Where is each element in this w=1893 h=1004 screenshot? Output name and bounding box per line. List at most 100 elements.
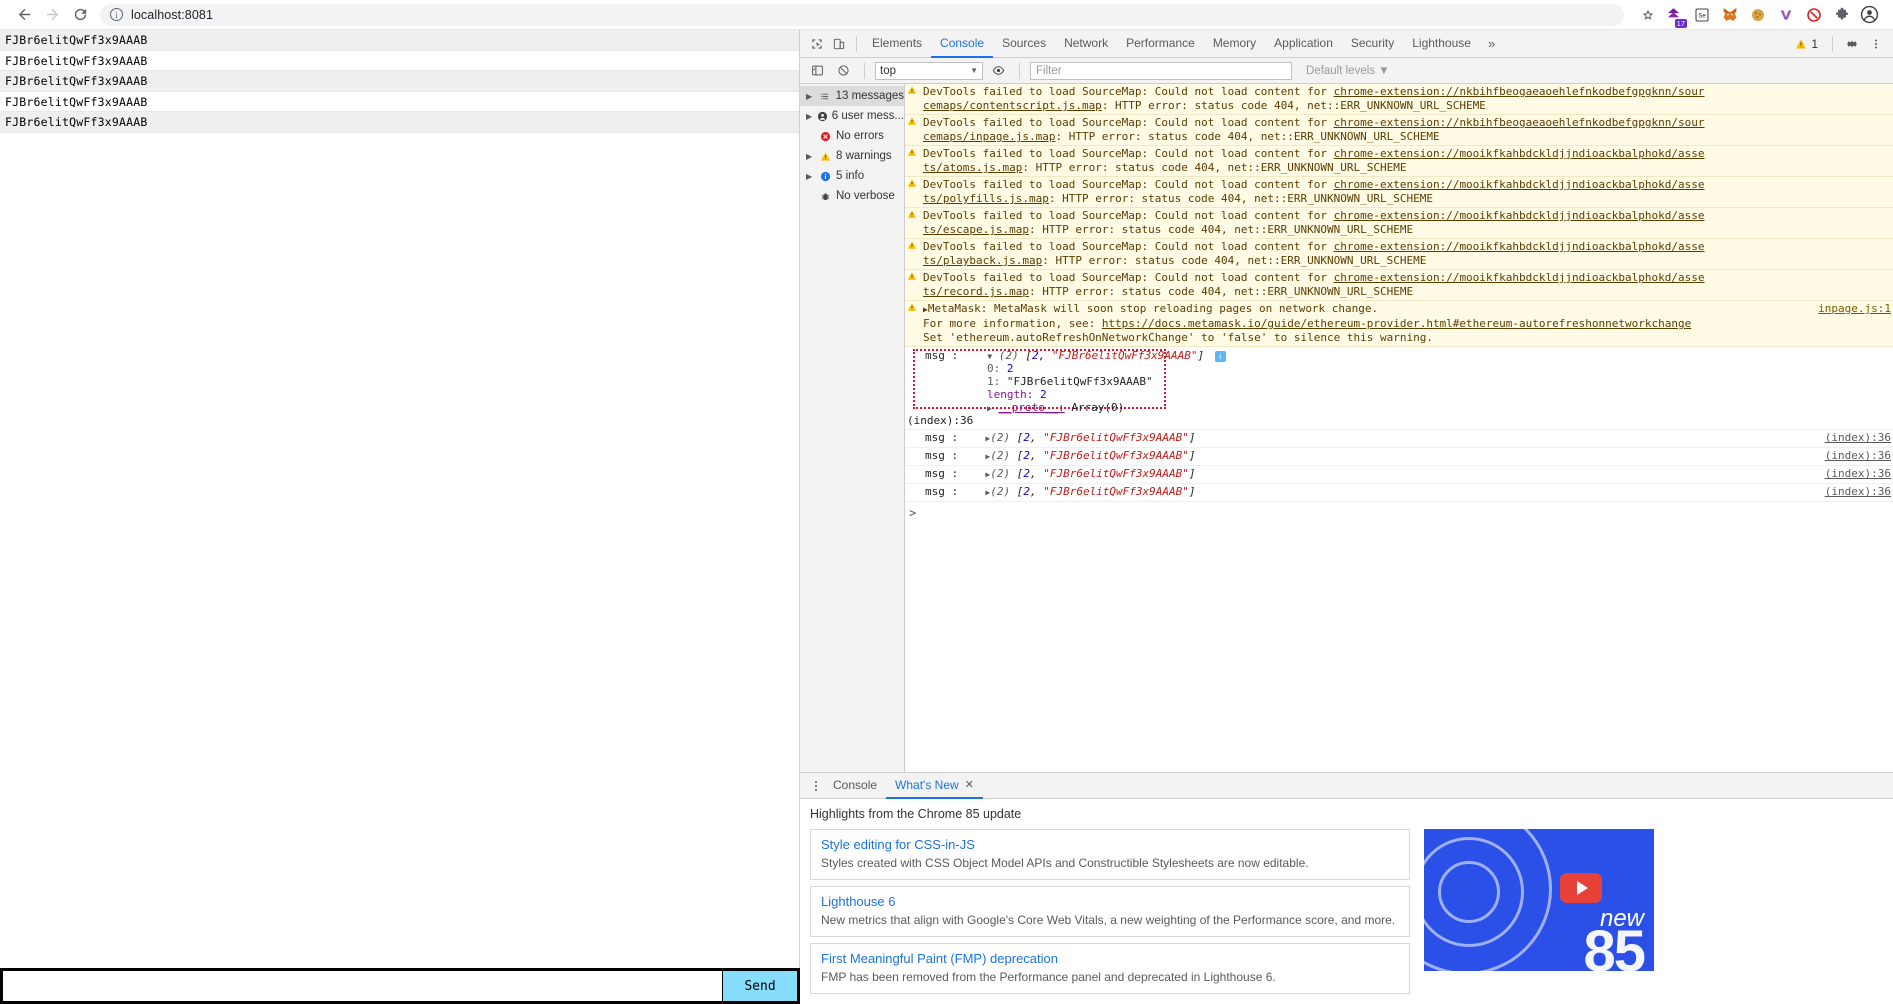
warning-link[interactable]: chrome-extension://mooikfkahbdckldjjndio… bbox=[1334, 178, 1705, 191]
sidebar-item-messages[interactable]: ▶ 13 messages bbox=[800, 86, 904, 106]
console-warning-row[interactable]: DevTools failed to load SourceMap: Could… bbox=[905, 177, 1893, 208]
inspect-element-icon[interactable] bbox=[806, 33, 828, 55]
drawer-tab-console[interactable]: Console bbox=[824, 773, 886, 799]
warning-link[interactable]: chrome-extension://nkbihfbeogaeaoehlefnk… bbox=[1334, 85, 1705, 98]
selenium-icon[interactable]: Se bbox=[1692, 5, 1711, 24]
warning-link-cont[interactable]: ts/record.js.map bbox=[923, 285, 1029, 298]
console-warning-row[interactable]: DevTools failed to load SourceMap: Could… bbox=[905, 115, 1893, 146]
sidebar-item-warnings[interactable]: ▶ 8 warnings bbox=[800, 146, 904, 166]
tab-performance[interactable]: Performance bbox=[1117, 30, 1204, 58]
tab-elements[interactable]: Elements bbox=[863, 30, 931, 58]
warning-count-badge[interactable]: 1 bbox=[1789, 37, 1824, 51]
console-warning-row[interactable]: DevTools failed to load SourceMap: Could… bbox=[905, 270, 1893, 301]
console-msg-row[interactable]: msg : ▶(2) [2, "FJBr6elitQwFf3x9AAAB"] (… bbox=[905, 430, 1893, 448]
console-warning-row[interactable]: DevTools failed to load SourceMap: Could… bbox=[905, 84, 1893, 115]
tab-memory[interactable]: Memory bbox=[1204, 30, 1265, 58]
purple-extension-icon[interactable]: 17 bbox=[1664, 5, 1687, 28]
console-source-link[interactable]: inpage.js:1 bbox=[1818, 302, 1891, 316]
vimium-icon[interactable] bbox=[1776, 5, 1795, 24]
expand-triangle-icon[interactable]: ▶ bbox=[987, 404, 992, 413]
address-bar[interactable]: i localhost:8081 bbox=[100, 3, 1624, 26]
cookie-editor-icon[interactable] bbox=[1748, 5, 1767, 24]
more-tabs-button[interactable]: » bbox=[1480, 36, 1503, 51]
warning-link-cont[interactable]: ts/escape.js.map bbox=[923, 223, 1029, 236]
warning-link-cont[interactable]: ts/polyfills.js.map bbox=[923, 192, 1049, 205]
reload-button[interactable] bbox=[66, 1, 94, 29]
sidebar-item-errors[interactable]: No errors bbox=[800, 126, 904, 146]
console-sidebar-icon[interactable] bbox=[806, 60, 828, 82]
gear-icon[interactable] bbox=[1841, 33, 1863, 55]
tab-lighthouse[interactable]: Lighthouse bbox=[1403, 30, 1480, 58]
console-source-link[interactable]: (index):36 bbox=[1825, 449, 1891, 463]
console-source-link[interactable]: (index):36 bbox=[907, 414, 1893, 427]
card-title[interactable]: First Meaningful Paint (FMP) deprecation bbox=[821, 951, 1399, 966]
send-button[interactable]: Send bbox=[722, 971, 800, 1004]
message-composer: Send bbox=[0, 968, 800, 1004]
warning-link[interactable]: chrome-extension://mooikfkahbdckldjjndio… bbox=[1334, 240, 1705, 253]
warning-link-cont[interactable]: ts/playback.js.map bbox=[923, 254, 1042, 267]
warning-link-cont[interactable]: ts/atoms.js.map bbox=[923, 161, 1022, 174]
prop-key: 0: bbox=[987, 362, 1001, 375]
console-source-link[interactable]: (index):36 bbox=[1825, 485, 1891, 499]
console-msg-row[interactable]: msg : ▶(2) [2, "FJBr6elitQwFf3x9AAAB"] (… bbox=[905, 484, 1893, 502]
close-icon[interactable]: ✕ bbox=[965, 778, 974, 791]
collapse-triangle-icon[interactable]: ▼ bbox=[987, 352, 992, 361]
expand-triangle-icon[interactable]: ▶ bbox=[806, 152, 814, 161]
drawer-more-options-icon[interactable] bbox=[808, 780, 824, 791]
console-source-link[interactable]: (index):36 bbox=[1825, 431, 1891, 445]
device-toolbar-icon[interactable] bbox=[828, 33, 850, 55]
expand-triangle-icon[interactable]: ▶ bbox=[806, 172, 814, 181]
console-expanded-msg-row[interactable]: msg : ▼ (2) [2, "FJBr6elitQwFf3x9AAAB"] … bbox=[905, 347, 1893, 430]
bookmark-star-icon[interactable] bbox=[1640, 7, 1656, 23]
console-metamask-warning-row[interactable]: ▶MetaMask: MetaMask will soon stop reloa… bbox=[905, 301, 1893, 347]
expand-triangle-icon[interactable]: ▶ bbox=[806, 112, 812, 121]
console-source-link[interactable]: (index):36 bbox=[1825, 467, 1891, 481]
clear-console-icon[interactable] bbox=[832, 60, 854, 82]
sidebar-item-user-messages[interactable]: ▶ 6 user mess... bbox=[800, 106, 904, 126]
whats-new-card[interactable]: First Meaningful Paint (FMP) deprecation… bbox=[810, 943, 1410, 994]
profile-avatar-icon[interactable] bbox=[1860, 5, 1879, 24]
console-warning-row[interactable]: DevTools failed to load SourceMap: Could… bbox=[905, 146, 1893, 177]
tab-sources[interactable]: Sources bbox=[993, 30, 1055, 58]
back-button[interactable] bbox=[10, 1, 38, 29]
log-levels-dropdown[interactable]: Default levels ▼ bbox=[1296, 65, 1390, 77]
sidebar-item-verbose[interactable]: No verbose bbox=[800, 186, 904, 206]
metamask-fox-icon[interactable] bbox=[1720, 5, 1739, 24]
execution-context-select[interactable]: top ▼ bbox=[875, 61, 983, 80]
console-warning-row[interactable]: DevTools failed to load SourceMap: Could… bbox=[905, 239, 1893, 270]
tab-application[interactable]: Application bbox=[1265, 30, 1342, 58]
console-msg-row[interactable]: msg : ▶(2) [2, "FJBr6elitQwFf3x9AAAB"] (… bbox=[905, 466, 1893, 484]
adblock-icon[interactable] bbox=[1804, 5, 1823, 24]
card-title[interactable]: Style editing for CSS-in-JS bbox=[821, 837, 1399, 852]
tab-security[interactable]: Security bbox=[1342, 30, 1403, 58]
warning-link[interactable]: chrome-extension://mooikfkahbdckldjjndio… bbox=[1334, 271, 1705, 284]
message-input[interactable] bbox=[0, 971, 722, 1004]
warning-link[interactable]: chrome-extension://mooikfkahbdckldjjndio… bbox=[1334, 209, 1705, 222]
console-msg-row[interactable]: msg : ▶(2) [2, "FJBr6elitQwFf3x9AAAB"] (… bbox=[905, 448, 1893, 466]
live-expression-icon[interactable] bbox=[987, 60, 1009, 82]
expand-triangle-icon[interactable]: ▶ bbox=[806, 92, 814, 101]
warning-link[interactable]: chrome-extension://nkbihfbeogaeaoehlefnk… bbox=[1334, 116, 1705, 129]
whats-new-card[interactable]: Style editing for CSS-in-JS Styles creat… bbox=[810, 829, 1410, 880]
whats-new-video-thumbnail[interactable]: new 85 bbox=[1424, 829, 1654, 971]
info-badge-icon[interactable]: i bbox=[1214, 350, 1226, 362]
extensions-puzzle-icon[interactable] bbox=[1832, 5, 1851, 24]
metamask-docs-link[interactable]: https://docs.metamask.io/guide/ethereum-… bbox=[1102, 317, 1691, 330]
console-warning-row[interactable]: DevTools failed to load SourceMap: Could… bbox=[905, 208, 1893, 239]
warning-link-cont[interactable]: cemaps/contentscript.js.map bbox=[923, 99, 1102, 112]
card-description: New metrics that align with Google's Cor… bbox=[821, 913, 1396, 927]
console-sidebar: ▶ 13 messages ▶ 6 user mess... No errors… bbox=[800, 84, 905, 772]
drawer-tab-whats-new[interactable]: What's New ✕ bbox=[886, 773, 983, 799]
sidebar-item-info[interactable]: ▶ 5 info bbox=[800, 166, 904, 186]
card-title[interactable]: Lighthouse 6 bbox=[821, 894, 1399, 909]
site-info-icon[interactable]: i bbox=[110, 8, 123, 21]
console-prompt[interactable]: > bbox=[905, 502, 1893, 520]
warning-link[interactable]: chrome-extension://mooikfkahbdckldjjndio… bbox=[1334, 147, 1705, 160]
warning-link-cont[interactable]: cemaps/inpage.js.map bbox=[923, 130, 1055, 143]
tab-network[interactable]: Network bbox=[1055, 30, 1117, 58]
forward-button[interactable] bbox=[38, 1, 66, 29]
console-filter-input[interactable]: Filter bbox=[1030, 61, 1292, 80]
tab-console[interactable]: Console bbox=[931, 30, 994, 58]
whats-new-card[interactable]: Lighthouse 6 New metrics that align with… bbox=[810, 886, 1410, 937]
more-options-icon[interactable] bbox=[1865, 33, 1887, 55]
